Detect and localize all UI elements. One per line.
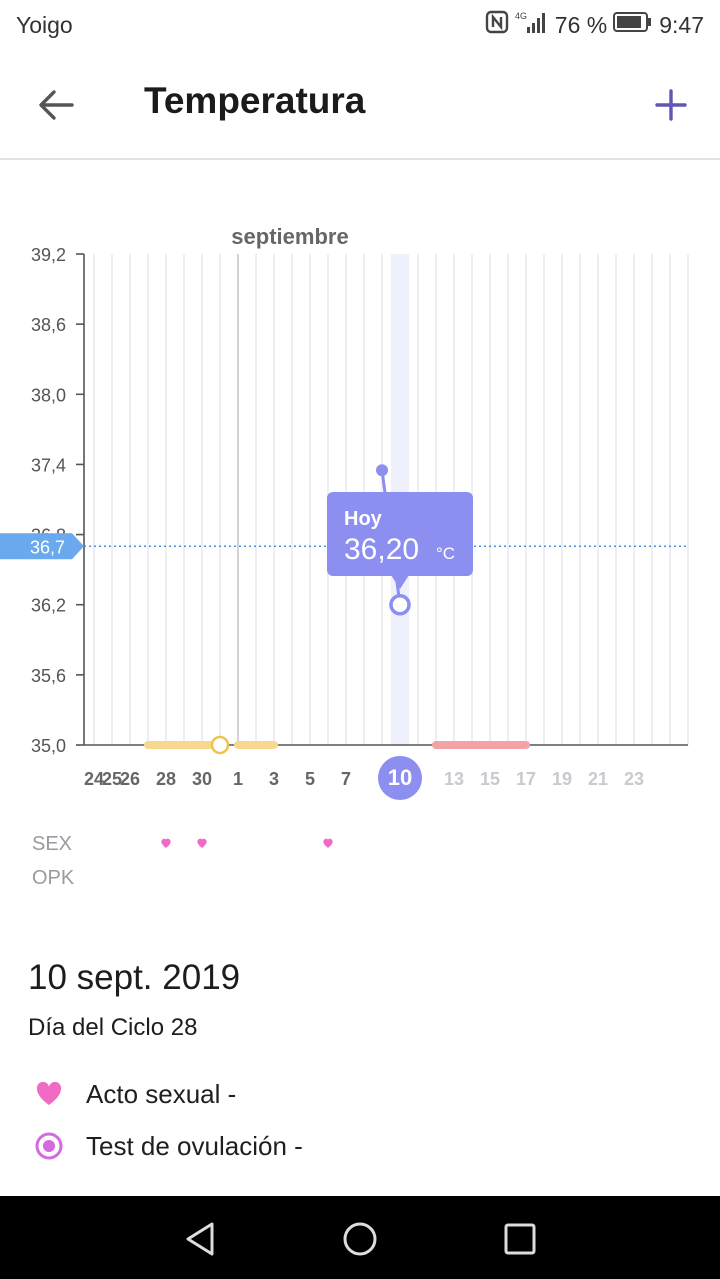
status-icons: 4G 76 % 9:47 — [485, 9, 704, 41]
ovulation-test-label: Test de ovulación - — [86, 1130, 303, 1161]
square-recents-icon — [504, 1223, 536, 1255]
x-tick-label: 25 — [102, 769, 122, 789]
row-label: SEX — [32, 833, 72, 855]
x-tick-label: 7 — [341, 769, 351, 789]
tooltip-label: Hoy — [344, 508, 383, 530]
network-type-label: 4G — [515, 11, 527, 21]
y-tick-label: 35,0 — [31, 736, 66, 756]
signal-icon: 4G — [515, 9, 549, 41]
intercourse-row[interactable]: Acto sexual - — [32, 1077, 236, 1111]
y-tick-label: 35,6 — [31, 666, 66, 686]
temperature-point-today — [389, 593, 411, 616]
system-nav-bar — [0, 1196, 720, 1279]
x-tick-label: 19 — [552, 769, 572, 789]
app-bar: Temperatura — [0, 50, 720, 160]
x-axis[interactable]: 24 26 28 30 1 3 5 7 10 13 15 17 19 21 2325 — [84, 756, 644, 800]
add-temperature-button[interactable] — [646, 80, 696, 130]
intercourse-label: Acto sexual - — [86, 1078, 237, 1109]
arrow-left-icon — [39, 90, 74, 120]
heart-marker — [323, 838, 333, 848]
page-title: Temperatura — [144, 80, 366, 121]
y-tick-label: 38,0 — [31, 385, 66, 405]
ovulation-test-row[interactable]: Test de ovulación - — [32, 1129, 303, 1163]
x-tick-label: 15 — [480, 769, 500, 789]
circle-home-icon — [343, 1222, 377, 1256]
temperature-point — [376, 464, 388, 477]
triangle-back-icon — [186, 1222, 214, 1256]
nfc-icon — [485, 10, 509, 40]
plus-icon — [655, 89, 687, 121]
y-tick-label: 36,2 — [31, 596, 66, 616]
selected-date: 10 sept. 2019 — [28, 958, 241, 997]
x-tick-label: 26 — [120, 769, 140, 789]
x-tick-label: 1 — [233, 769, 243, 789]
y-tick-label: 38,6 — [31, 315, 66, 335]
today-tooltip: Hoy 36,20 °C — [327, 492, 473, 589]
x-tick-label: 23 — [624, 769, 644, 789]
ovulation-marker — [210, 735, 230, 755]
heart-marker — [197, 838, 207, 848]
carrier-label: Yoigo — [16, 12, 73, 38]
nav-back-button[interactable] — [175, 1214, 225, 1264]
cycle-day: Día del Ciclo 28 — [28, 1014, 198, 1041]
x-tick-label: 30 — [192, 769, 212, 789]
nav-home-button[interactable] — [335, 1214, 385, 1264]
coverline-label: 36,7 — [30, 537, 65, 557]
x-tick-label: 10 — [388, 765, 412, 790]
target-icon — [32, 1129, 66, 1163]
clock: 9:47 — [659, 11, 704, 38]
y-tick-label: 37,4 — [31, 455, 66, 475]
x-tick-label: 3 — [269, 769, 279, 789]
indicator-rows: SEX OPK — [32, 833, 333, 889]
status-bar: Yoigo 4G 76 % 9:47 — [0, 0, 720, 50]
tooltip-value: 36,20 — [344, 533, 419, 566]
y-tick-label: 39,2 — [31, 245, 66, 265]
x-tick-label: 28 — [156, 769, 176, 789]
heart-marker — [161, 838, 171, 848]
x-tick-label: 5 — [305, 769, 315, 789]
row-label: OPK — [32, 867, 75, 889]
battery-percent: 76 % — [554, 11, 608, 38]
x-tick-label: 21 — [588, 769, 608, 789]
heart-icon — [32, 1077, 66, 1111]
back-button[interactable] — [28, 80, 84, 130]
x-tick-label: 13 — [444, 769, 464, 789]
temperature-chart[interactable]: septiembre 39,238,638,037,436,836,235,63… — [0, 200, 720, 920]
x-tick-label: 17 — [516, 769, 536, 789]
tooltip-unit: °C — [436, 544, 455, 563]
nav-recents-button[interactable] — [495, 1214, 545, 1264]
month-label: septiembre — [231, 224, 348, 249]
battery-icon — [613, 11, 653, 39]
